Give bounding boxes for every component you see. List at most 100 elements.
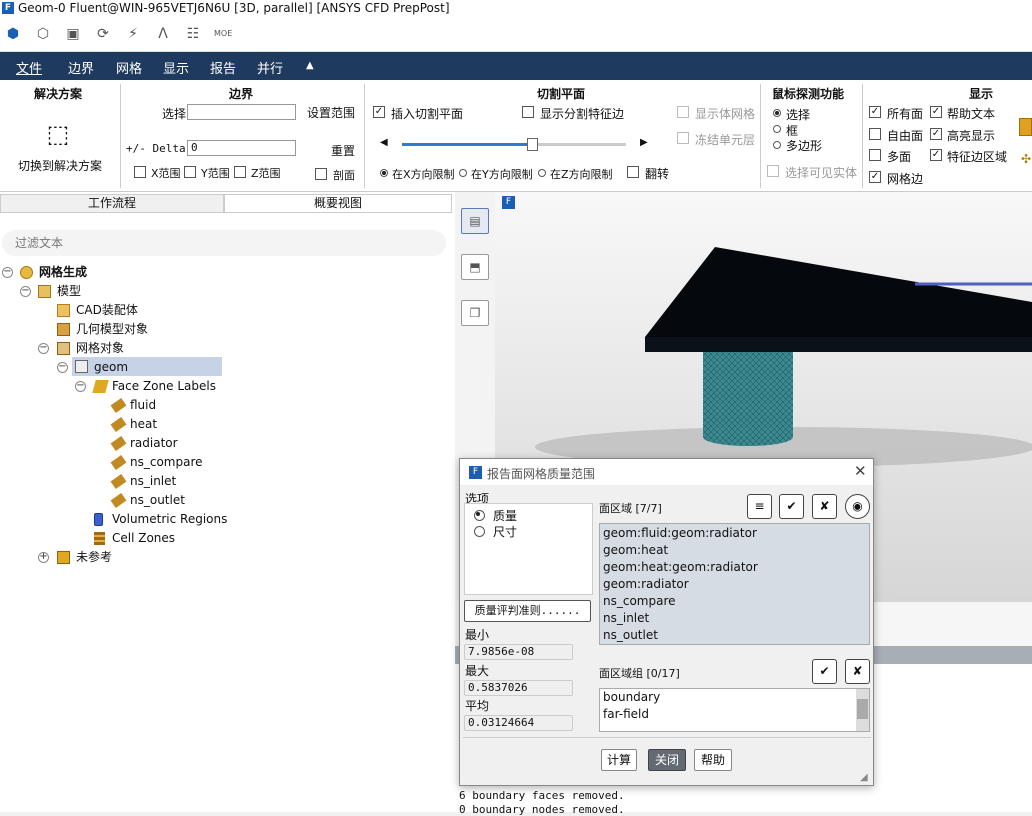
help-text-checkbox[interactable]: ✓ [930, 106, 942, 118]
set-range-button[interactable]: 设置范围 [307, 104, 355, 121]
y-limit-radio[interactable] [459, 169, 467, 177]
delta-input[interactable]: 0 [187, 140, 296, 156]
group-item[interactable]: far-field [603, 707, 649, 721]
face-zone-item[interactable]: geom:fluid:geom:radiator [603, 526, 757, 540]
multi-faces-checkbox[interactable] [869, 149, 881, 161]
show-split-checkbox[interactable] [522, 106, 534, 118]
tab-outline[interactable]: 概要视图 [224, 194, 452, 213]
tab-workflow[interactable]: 工作流程 [0, 194, 224, 213]
highlight-checkbox[interactable]: ✓ [930, 128, 942, 140]
menu-display[interactable]: 显示 [163, 58, 189, 77]
show-volume-mesh-checkbox[interactable] [677, 106, 689, 118]
root-toggle[interactable]: − [2, 267, 13, 278]
geometry-icon[interactable]: ⬡ [34, 25, 52, 43]
resize-grip[interactable]: ◢ [860, 772, 868, 783]
close-icon[interactable]: ✕ [854, 462, 867, 480]
x-limit-radio[interactable] [380, 169, 388, 177]
menu-parallel[interactable]: 并行 [257, 58, 283, 77]
mesh-edges-checkbox[interactable]: ✓ [869, 171, 881, 183]
zones-deselect-icon[interactable]: ✘ [812, 494, 837, 519]
zones-target-icon[interactable]: ◉ [845, 494, 870, 519]
filter-input[interactable]: 过滤文本 [2, 230, 446, 256]
face-zone-item[interactable]: geom:heat:geom:radiator [603, 560, 758, 574]
mesh-icon[interactable]: ⬢ [4, 25, 22, 43]
lightning-icon[interactable]: ⚡ [124, 25, 142, 43]
groups-scrollbar[interactable] [856, 689, 869, 731]
face-zone-item[interactable]: geom:radiator [603, 577, 689, 591]
probe-select-radio[interactable] [773, 109, 781, 117]
face-zone-groups-list[interactable]: boundary far-field [599, 688, 870, 732]
menu-file[interactable]: 文件 [16, 58, 42, 77]
slider-right-arrow[interactable]: ▶ [640, 137, 648, 148]
moe-icon[interactable]: MOE [214, 25, 232, 43]
group-item[interactable]: boundary [603, 690, 660, 704]
cut-plane-slider[interactable] [402, 138, 626, 151]
freeze-layer-checkbox[interactable] [677, 132, 689, 144]
tree-volumetric-regions[interactable]: Volumetric Regions [112, 510, 227, 528]
switch-solution-button[interactable]: 切换到解决方案 [18, 157, 102, 174]
lambda-icon[interactable]: Λ [154, 25, 172, 43]
tree-label-radiator[interactable]: radiator [130, 434, 178, 452]
close-button[interactable]: 关闭 [648, 749, 686, 771]
z-limit-radio[interactable] [538, 169, 546, 177]
geom-toggle[interactable]: − [57, 362, 68, 373]
mesh-objects-toggle[interactable]: − [38, 343, 49, 354]
select-visible-checkbox[interactable] [767, 165, 779, 177]
copy-icon[interactable]: ❐ [461, 300, 489, 326]
collapse-ribbon-icon[interactable]: ▲ [306, 60, 314, 71]
groups-scrollbar-thumb[interactable] [857, 699, 868, 719]
menu-report[interactable]: 报告 [210, 58, 236, 77]
face-zone-item[interactable]: ns_inlet [603, 611, 649, 625]
view-cube-icon[interactable]: ⬒ [461, 254, 489, 280]
unreferenced-toggle[interactable]: + [38, 552, 49, 563]
reset-button[interactable]: 重置 [331, 142, 355, 159]
tree-mesh-objects[interactable]: 网格对象 [76, 339, 124, 357]
tree-geom[interactable]: geom [94, 358, 128, 376]
groups-check-icon[interactable]: ✔ [812, 659, 837, 684]
face-zones-list[interactable]: geom:fluid:geom:radiator geom:heat geom:… [599, 523, 870, 645]
model-toggle[interactable]: − [20, 286, 31, 297]
free-faces-checkbox[interactable] [869, 128, 881, 140]
tree-root[interactable]: 网格生成 [39, 263, 87, 281]
display-tool-icon[interactable] [1019, 118, 1032, 136]
quality-criteria-button[interactable]: 质量评判准则...... [464, 600, 591, 622]
face-zone-item[interactable]: geom:heat [603, 543, 668, 557]
slider-left-arrow[interactable]: ◀ [380, 137, 388, 148]
tree-model[interactable]: 模型 [57, 282, 81, 300]
z-range-checkbox[interactable] [234, 166, 246, 178]
flip-checkbox[interactable] [627, 166, 639, 178]
cube-icon[interactable]: ▣ [64, 25, 82, 43]
size-radio[interactable] [474, 526, 485, 537]
feature-edges-checkbox[interactable]: ✓ [930, 149, 942, 161]
face-zone-item[interactable]: ns_outlet [603, 628, 658, 642]
help-button[interactable]: 帮助 [694, 749, 732, 771]
panel-toggle-icon[interactable]: ▤ [461, 208, 489, 234]
quality-radio[interactable] [474, 510, 485, 521]
tree-label-ns-outlet[interactable]: ns_outlet [130, 491, 185, 509]
groups-deselect-icon[interactable]: ✘ [845, 659, 870, 684]
tree-label-fluid[interactable]: fluid [130, 396, 156, 414]
slider-thumb[interactable] [526, 138, 538, 151]
y-range-checkbox[interactable] [184, 166, 196, 178]
face-zone-labels-toggle[interactable]: − [75, 381, 86, 392]
table-icon[interactable]: ☷ [184, 25, 202, 43]
face-zone-item[interactable]: ns_compare [603, 594, 676, 608]
tree-geom-objects[interactable]: 几何模型对象 [76, 320, 148, 338]
insert-cut-plane-checkbox[interactable]: ✓ [373, 106, 385, 118]
tree-cad[interactable]: CAD装配体 [76, 301, 138, 319]
tree-cell-zones[interactable]: Cell Zones [112, 529, 175, 547]
zones-check-icon[interactable]: ✔ [779, 494, 804, 519]
tree-face-zone-labels[interactable]: Face Zone Labels [112, 377, 216, 395]
tree-label-ns-inlet[interactable]: ns_inlet [130, 472, 176, 490]
switch-solution-icon[interactable]: ⬚ [44, 120, 72, 148]
menu-boundary[interactable]: 边界 [68, 58, 94, 77]
all-faces-checkbox[interactable]: ✓ [869, 106, 881, 118]
menu-mesh[interactable]: 网格 [116, 58, 142, 77]
compute-button[interactable]: 计算 [601, 749, 637, 771]
tree-label-ns-compare[interactable]: ns_compare [130, 453, 203, 471]
probe-box-radio[interactable] [773, 125, 781, 133]
select-input[interactable] [187, 104, 296, 120]
zones-select-all-icon[interactable]: ≡ [747, 494, 772, 519]
section-checkbox[interactable] [315, 168, 327, 180]
tree-unreferenced[interactable]: 未参考 [76, 548, 112, 566]
